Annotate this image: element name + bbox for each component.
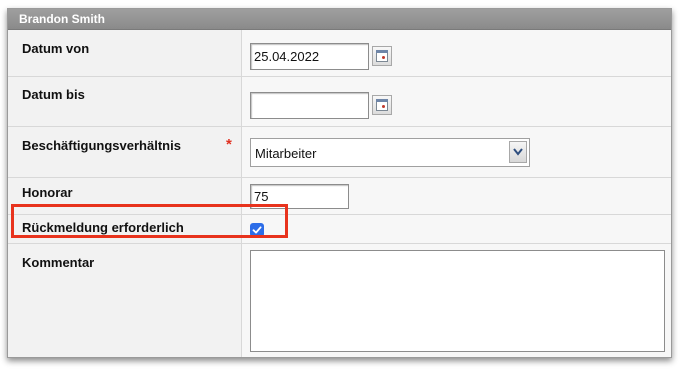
rueckmeldung-label: Rückmeldung erforderlich bbox=[22, 220, 184, 235]
value-cell bbox=[242, 244, 671, 357]
datum-von-calendar-button[interactable] bbox=[372, 46, 392, 66]
row-honorar: Honorar 75 bbox=[8, 178, 671, 215]
label-cell: Kommentar bbox=[8, 244, 242, 357]
value-cell bbox=[242, 77, 671, 126]
panel-title: Brandon Smith bbox=[19, 12, 105, 26]
chevron-down-icon[interactable] bbox=[509, 141, 527, 163]
checkmark-icon bbox=[252, 226, 262, 234]
datum-von-label: Datum von bbox=[22, 41, 90, 56]
panel-header: Brandon Smith bbox=[8, 9, 671, 30]
rueckmeldung-checkbox[interactable] bbox=[250, 223, 264, 237]
beschaeftigung-label: Beschäftigungsverhältnis bbox=[22, 138, 181, 153]
label-cell: Datum bis bbox=[8, 77, 242, 126]
beschaeftigung-select[interactable]: Mitarbeiter bbox=[250, 138, 530, 167]
value-cell bbox=[242, 215, 671, 243]
beschaeftigung-selected-value: Mitarbeiter bbox=[255, 146, 317, 161]
row-kommentar: Kommentar bbox=[8, 244, 671, 357]
value-cell: 25.04.2022 bbox=[242, 30, 671, 76]
row-beschaeftigung: Beschäftigungsverhältnis * Mitarbeiter bbox=[8, 127, 671, 178]
honorar-input[interactable]: 75 bbox=[250, 184, 349, 209]
value-cell: Mitarbeiter bbox=[242, 127, 671, 177]
label-cell: Rückmeldung erforderlich bbox=[8, 215, 242, 243]
required-marker: * bbox=[226, 136, 232, 153]
form-panel: Brandon Smith Datum von 25.04.2022 Datum… bbox=[7, 8, 672, 358]
honorar-label: Honorar bbox=[22, 185, 73, 200]
datum-bis-input[interactable] bbox=[250, 92, 369, 119]
kommentar-textarea[interactable] bbox=[250, 250, 665, 352]
value-cell: 75 bbox=[242, 178, 671, 214]
kommentar-label: Kommentar bbox=[22, 255, 95, 270]
label-cell: Honorar bbox=[8, 178, 242, 214]
datum-bis-label: Datum bis bbox=[22, 87, 85, 102]
row-datum-bis: Datum bis bbox=[8, 77, 671, 127]
label-cell: Datum von bbox=[8, 30, 242, 76]
row-datum-von: Datum von 25.04.2022 bbox=[8, 30, 671, 77]
label-cell: Beschäftigungsverhältnis * bbox=[8, 127, 242, 177]
row-rueckmeldung: Rückmeldung erforderlich bbox=[8, 215, 671, 244]
datum-von-input[interactable]: 25.04.2022 bbox=[250, 43, 369, 70]
datum-bis-calendar-button[interactable] bbox=[372, 95, 392, 115]
screenshot-frame: Brandon Smith Datum von 25.04.2022 Datum… bbox=[0, 0, 684, 370]
